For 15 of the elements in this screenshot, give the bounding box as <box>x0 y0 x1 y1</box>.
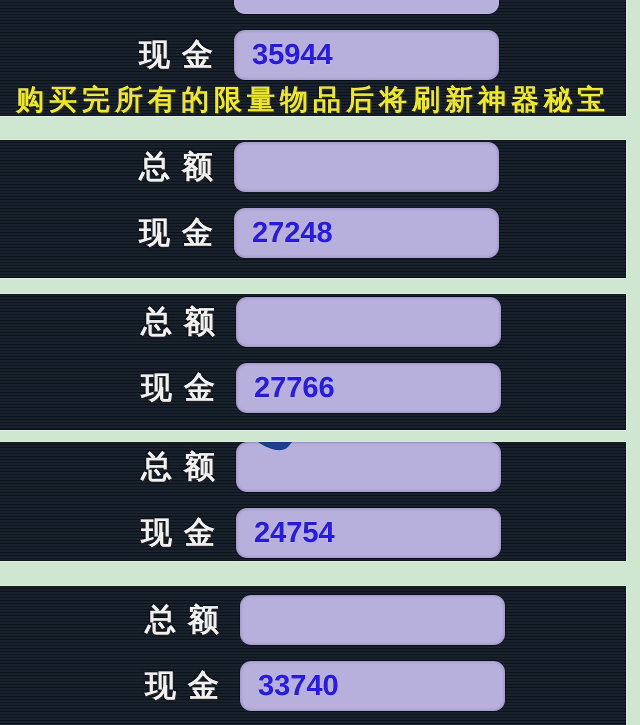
input-field: 33740 <box>240 661 505 711</box>
field-label: 总额 <box>145 602 231 638</box>
field-label: 现金 <box>141 515 227 551</box>
field-label: 总额 <box>139 149 225 185</box>
input-field: 24754 <box>236 508 501 558</box>
field-label: 现金 <box>141 370 227 406</box>
field-label: 现金 <box>139 37 225 73</box>
notice-text: 购买完所有的限量物品后将刷新神器秘宝 <box>16 84 610 116</box>
input-field: 27248 <box>234 208 499 258</box>
input-field: 35944 <box>234 30 499 80</box>
field-label: 总额 <box>141 304 227 340</box>
field-label: 总额 <box>141 449 227 485</box>
input-field: 27766 <box>236 363 501 413</box>
field-label: 现金 <box>139 215 225 251</box>
field-label: 现金 <box>145 668 231 704</box>
